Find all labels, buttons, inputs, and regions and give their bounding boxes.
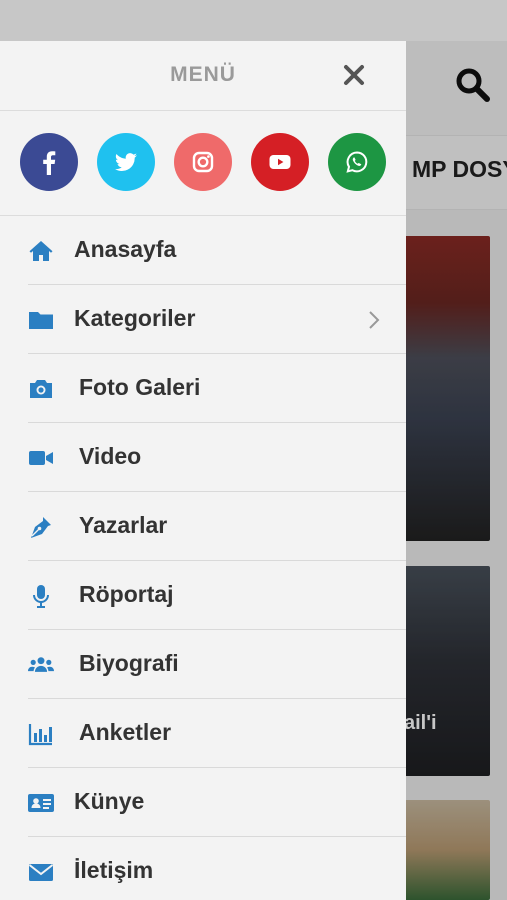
menu-item-anketler[interactable]: Anketler (28, 699, 406, 768)
menu-item-kategoriler[interactable]: Kategoriler (28, 285, 406, 354)
users-icon (28, 652, 54, 678)
menu-list: Anasayfa Kategoriler Foto Galeri Video Y… (0, 216, 406, 900)
drawer-header: MENÜ (0, 41, 406, 111)
close-icon[interactable] (340, 61, 368, 89)
whatsapp-button[interactable] (328, 133, 386, 191)
menu-item-anasayfa[interactable]: Anasayfa (28, 216, 406, 285)
twitter-icon (115, 153, 137, 172)
pen-nib-icon (28, 514, 54, 540)
id-card-icon (28, 790, 54, 816)
whatsapp-icon (346, 151, 368, 173)
menu-item-label: Kategoriler (74, 305, 196, 331)
menu-item-video[interactable]: Video (28, 423, 406, 492)
menu-item-iletisim[interactable]: İletişim (28, 837, 406, 900)
folder-icon (28, 307, 54, 333)
camera-icon (28, 376, 54, 402)
menu-item-foto-galeri[interactable]: Foto Galeri (28, 354, 406, 423)
menu-item-yazarlar[interactable]: Yazarlar (28, 492, 406, 561)
microphone-icon (28, 583, 54, 609)
envelope-icon (28, 859, 54, 885)
side-menu-drawer: MENÜ Anasayfa Kategoriler Foto Galeri Vi… (0, 41, 406, 900)
menu-item-label: İletişim (74, 857, 154, 883)
menu-item-label: Video (79, 443, 142, 469)
menu-item-label: Yazarlar (79, 512, 168, 538)
facebook-button[interactable] (20, 133, 78, 191)
menu-item-kunye[interactable]: Künye (28, 768, 406, 837)
youtube-icon (269, 155, 291, 169)
menu-item-label: Anasayfa (74, 236, 177, 262)
menu-item-label: Foto Galeri (79, 374, 201, 400)
menu-item-label: Röportaj (79, 581, 174, 607)
twitter-button[interactable] (97, 133, 155, 191)
menu-item-label: Künye (74, 788, 145, 814)
instagram-icon (192, 151, 214, 173)
bar-chart-icon (28, 721, 54, 747)
video-camera-icon (28, 445, 54, 471)
instagram-button[interactable] (174, 133, 232, 191)
menu-item-label: Anketler (79, 719, 172, 745)
facebook-icon (43, 151, 56, 175)
menu-item-biyografi[interactable]: Biyografi (28, 630, 406, 699)
menu-item-roportaj[interactable]: Röportaj (28, 561, 406, 630)
social-links (0, 111, 406, 216)
home-icon (28, 238, 54, 264)
menu-item-label: Biyografi (79, 650, 179, 676)
youtube-button[interactable] (251, 133, 309, 191)
chevron-right-icon (369, 311, 380, 329)
